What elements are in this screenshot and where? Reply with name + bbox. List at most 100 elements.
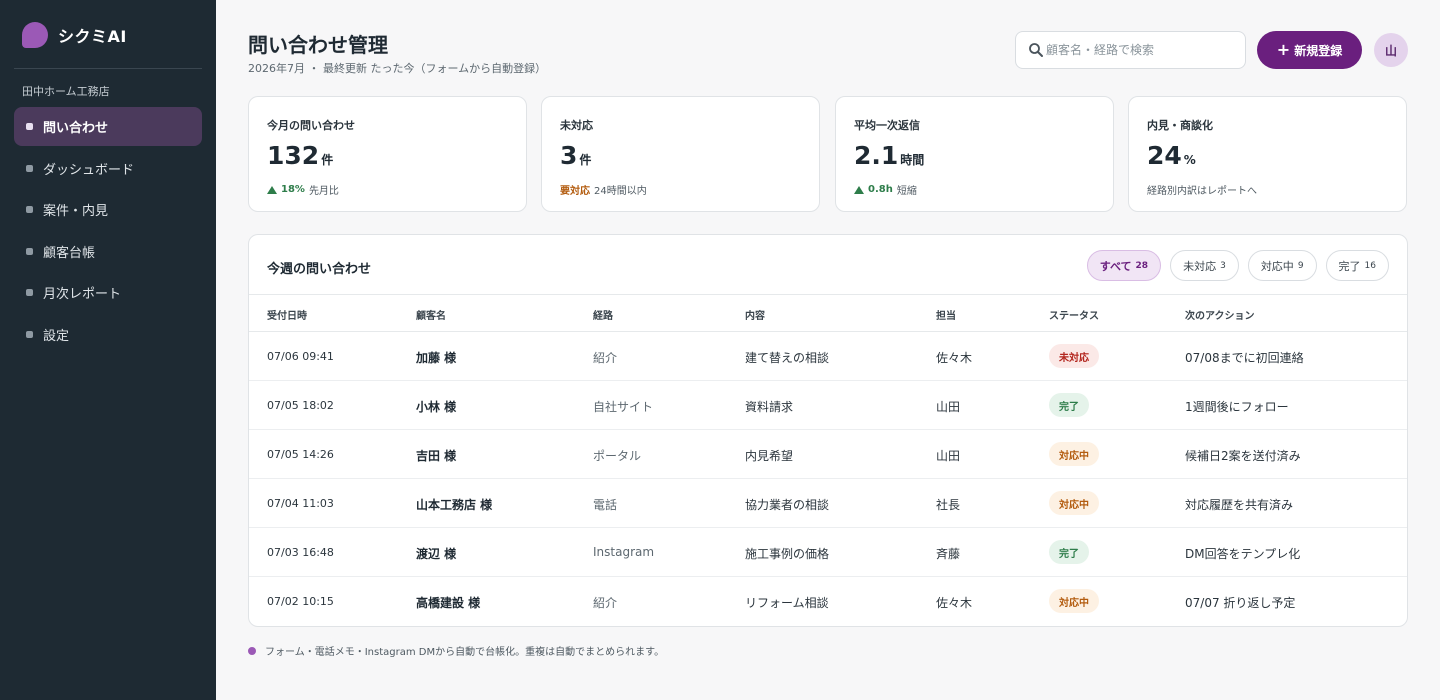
filter-count: 16 — [1364, 260, 1376, 271]
filter-done[interactable]: 完了 16 — [1325, 250, 1389, 281]
cell-customer[interactable]: 渡辺 様 — [416, 545, 456, 562]
status-badge: 対応中 — [1049, 589, 1099, 613]
sidebar: シクミAI 田中ホーム工務店 問い合わせ ダッシュボード 案件・内見 顧客台帳 … — [0, 0, 216, 700]
cell-date: 07/05 14:26 — [267, 448, 334, 461]
cell-next-action: 対応履歴を共有済み — [1185, 498, 1294, 512]
sidebar-divider — [14, 68, 202, 69]
stat-unit: 時間 — [900, 153, 925, 167]
status-badge: 対応中 — [1049, 442, 1099, 466]
cell-date: 07/06 09:41 — [267, 350, 334, 363]
table-row[interactable]: 07/06 09:41 加藤 様 紹介 建て替えの相談 佐々木 未対応 07/0… — [249, 332, 1407, 381]
bullet-icon — [26, 247, 33, 255]
column-header[interactable]: 受付日時 — [267, 307, 307, 322]
stat-card-response-time: 平均一次返信 2.1 時間 0.8h 短縮 — [835, 96, 1114, 212]
search-box[interactable] — [1015, 31, 1246, 69]
cell-next-action: 07/07 折り返し予定 — [1185, 596, 1296, 610]
cell-date: 07/04 11:03 — [267, 497, 334, 510]
cell-owner: 佐々木 — [936, 596, 973, 610]
stat-unit: 件 — [579, 153, 592, 167]
filter-all[interactable]: すべて 28 — [1086, 250, 1162, 281]
stat-delta: 0.8h — [868, 184, 893, 195]
cell-date: 07/02 10:15 — [267, 595, 334, 608]
stat-flag: 要対応 — [560, 186, 590, 197]
bullet-icon — [26, 123, 33, 130]
trend-up-icon — [854, 185, 864, 194]
sidebar-item-reports[interactable]: 月次レポート — [14, 273, 202, 312]
stat-footer: 経路別内訳はレポートへ — [1147, 182, 1257, 197]
sidebar-item-dashboard[interactable]: ダッシュボード — [14, 149, 202, 188]
cell-customer[interactable]: 吉田 様 — [416, 447, 456, 464]
column-header[interactable]: 内容 — [745, 307, 765, 322]
stat-value: 2.1 時間 — [854, 141, 924, 170]
cell-content: 協力業者の相談 — [745, 498, 830, 512]
sidebar-item-label: 案件・内見 — [43, 204, 109, 219]
column-header[interactable]: ステータス — [1049, 307, 1099, 322]
stat-footer: 0.8h 短縮 — [854, 182, 917, 197]
sidebar-item-projects[interactable]: 案件・内見 — [14, 190, 202, 229]
stat-footer: 要対応 24時間以内 — [560, 182, 647, 197]
cell-date: 07/05 18:02 — [267, 399, 334, 412]
cell-customer[interactable]: 小林 様 — [416, 398, 456, 415]
stat-label: 今月の問い合わせ — [267, 119, 355, 132]
sidebar-item-label: ダッシュボード — [43, 162, 135, 178]
stat-value: 24 % — [1147, 141, 1196, 170]
cell-owner: 山田 — [936, 449, 961, 463]
table-row[interactable]: 07/03 16:48 渡辺 様 Instagram 施工事例の価格 斉藤 完了… — [249, 528, 1407, 577]
cell-customer[interactable]: 加藤 様 — [416, 349, 456, 366]
filter-count: 3 — [1220, 260, 1226, 271]
filter-count: 9 — [1297, 260, 1304, 271]
cell-route: 自社サイト — [593, 400, 654, 414]
footnote: フォーム・電話メモ・Instagram DMから自動で台帳化。重複は自動でまとめ… — [248, 643, 664, 658]
cell-customer[interactable]: 高橋建設 様 — [416, 594, 480, 611]
stat-note: 短縮 — [896, 186, 917, 197]
search-input[interactable] — [1046, 43, 1236, 57]
stat-label: 未対応 — [560, 119, 593, 132]
stat-note[interactable]: 経路別内訳はレポートへ — [1147, 182, 1257, 197]
column-header[interactable]: 担当 — [936, 307, 956, 322]
cell-content: 資料請求 — [745, 400, 794, 414]
cell-owner: 佐々木 — [936, 351, 973, 365]
new-inquiry-button[interactable]: + 新規登録 — [1257, 31, 1362, 69]
sidebar-item-inquiries[interactable]: 問い合わせ — [14, 107, 202, 146]
cell-owner: 斉藤 — [936, 547, 961, 561]
sidebar-item-customers[interactable]: 顧客台帳 — [14, 232, 202, 271]
stat-delta: 18% — [281, 184, 305, 195]
footnote-text: フォーム・電話メモ・Instagram DMから自動で台帳化。重複は自動でまとめ… — [265, 647, 665, 658]
column-header[interactable]: 経路 — [593, 307, 613, 322]
cell-route: ポータル — [593, 449, 642, 463]
stat-unit: 件 — [321, 153, 334, 167]
brand[interactable]: シクミAI — [22, 22, 127, 48]
sidebar-item-label: 顧客台帳 — [43, 245, 96, 261]
sidebar-item-label: 月次レポート — [43, 287, 122, 302]
bullet-icon — [26, 289, 33, 296]
trend-up-icon — [267, 185, 277, 194]
brand-name: シクミAI — [58, 27, 127, 46]
sidebar-item-settings[interactable]: 設定 — [14, 315, 202, 354]
cell-date: 07/03 16:48 — [267, 546, 334, 559]
stat-card-conversion: 内見・商談化 24 % 経路別内訳はレポートへ — [1128, 96, 1407, 212]
avatar[interactable]: 山 — [1374, 33, 1408, 67]
stat-card-monthly: 今月の問い合わせ 132 件 18% 先月比 — [248, 96, 527, 212]
cell-route: 紹介 — [593, 351, 618, 365]
table-row[interactable]: 07/05 14:26 吉田 様 ポータル 内見希望 山田 対応中 候補日2案を… — [249, 430, 1407, 479]
table-row[interactable]: 07/04 11:03 山本工務店 様 電話 協力業者の相談 社長 対応中 対応… — [249, 479, 1407, 528]
stat-number: 3 — [560, 141, 578, 170]
stat-label: 内見・商談化 — [1147, 119, 1213, 132]
filter-label: 未対応 — [1183, 259, 1217, 273]
table-row[interactable]: 07/02 10:15 高橋建設 様 紹介 リフォーム相談 佐々木 対応中 07… — [249, 577, 1407, 626]
column-header[interactable]: 顧客名 — [416, 307, 446, 322]
cell-customer[interactable]: 山本工務店 様 — [416, 496, 492, 513]
column-header[interactable]: 次のアクション — [1185, 307, 1255, 322]
cell-content: リフォーム相談 — [745, 596, 829, 610]
plus-icon: + — [1276, 40, 1291, 59]
stat-value: 3 件 — [560, 141, 591, 170]
info-dot-icon — [248, 646, 256, 655]
page-title: 問い合わせ管理 — [248, 33, 388, 57]
stat-note: 先月比 — [308, 186, 339, 197]
cell-content: 建て替えの相談 — [745, 351, 830, 365]
cell-route: Instagram — [593, 545, 655, 559]
filter-in-progress[interactable]: 対応中 9 — [1247, 250, 1317, 281]
filter-label: すべて — [1099, 259, 1132, 273]
table-row[interactable]: 07/05 18:02 小林 様 自社サイト 資料請求 山田 完了 1週間後にフ… — [249, 381, 1407, 430]
filter-open[interactable]: 未対応 3 — [1170, 250, 1239, 281]
